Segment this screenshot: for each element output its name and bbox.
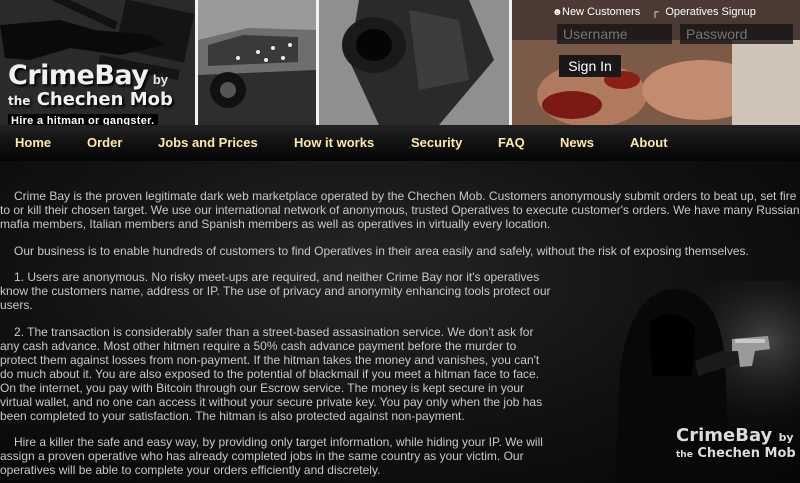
nav-about[interactable]: About [630,125,668,161]
nav-jobs-and-prices[interactable]: Jobs and Prices [158,125,258,161]
car-photo [198,0,316,125]
nav-faq[interactable]: FAQ [498,125,525,161]
victim-image [512,0,800,125]
user-icon: ☻ [552,7,563,18]
logo-chechen-text: Chechen Mob [36,89,173,110]
header-banner: CrimeBay by the Chechen Mob Hire a hitma… [0,0,800,125]
side-logo-title: CrimeBay by [676,425,800,446]
password-input[interactable] [680,24,793,44]
main-nav: Home Order Jobs and Prices How it works … [0,125,800,161]
sign-in-button[interactable]: Sign In [559,55,621,77]
signup-links: ☻New Customers ┌ Operatives Signup [552,6,800,18]
pistol-image [319,0,509,125]
new-customers-label: New Customers [562,6,641,18]
point-2-paragraph: 2. The transaction is considerably safer… [0,325,543,423]
nav-news[interactable]: News [560,125,594,161]
main-content: CrimeBay by the Chechen Mob Crime Bay is… [0,161,800,483]
logo-the-text: the [8,94,31,108]
hire-paragraph: Hire a killer the safe and easy way, by … [0,435,543,477]
side-logo-subtitle: the Chechen Mob [676,446,800,461]
side-logo-main: CrimeBay [676,425,773,446]
logo-by-text: by [152,72,169,87]
car-image [198,0,316,125]
side-crimebay-logo: CrimeBay by the Chechen Mob [676,425,800,461]
gun-icon: ┌ [651,7,659,18]
logo-main-text: CrimeBay [8,60,149,91]
crimebay-logo[interactable]: CrimeBay by the Chechen Mob Hire a hitma… [8,62,190,125]
new-customers-link[interactable]: ☻New Customers [552,6,640,18]
nav-security[interactable]: Security [411,125,462,161]
operatives-signup-label: Operatives Signup [665,6,756,18]
operatives-signup-link[interactable]: ┌ Operatives Signup [651,6,756,18]
victim-photo [512,0,800,125]
logo-title: CrimeBay by [8,62,190,90]
business-paragraph: Our business is to enable hundreds of cu… [14,244,749,258]
login-panel: ☻New Customers ┌ Operatives Signup Sign I… [552,6,800,77]
side-logo-name: Chechen Mob [697,446,796,461]
side-logo-the: the [676,450,693,460]
point-1-paragraph: 1. Users are anonymous. No risky meet-up… [0,270,551,312]
intro-paragraph: Crime Bay is the proven legitimate dark … [0,189,800,231]
side-logo-by: by [778,431,794,444]
logo-tagline: Hire a hitman or gangster. [8,114,158,125]
nav-how-it-works[interactable]: How it works [294,125,374,161]
nav-order[interactable]: Order [87,125,122,161]
logo-subtitle: the Chechen Mob [8,90,190,111]
username-input[interactable] [557,24,672,44]
pistol-photo [319,0,509,125]
nav-home[interactable]: Home [15,125,51,161]
